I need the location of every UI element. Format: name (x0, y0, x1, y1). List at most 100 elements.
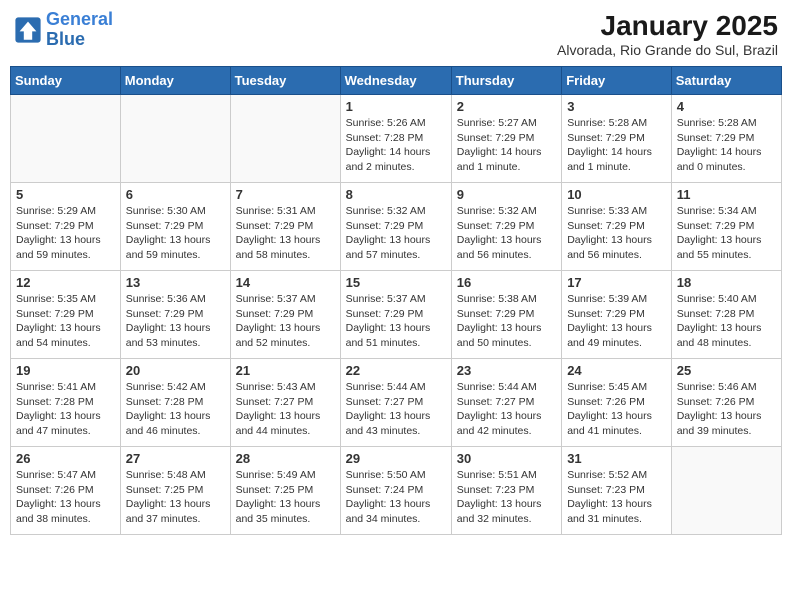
day-info: Sunrise: 5:46 AMSunset: 7:26 PMDaylight:… (677, 380, 776, 439)
calendar-cell: 25 Sunrise: 5:46 AMSunset: 7:26 PMDayligh… (671, 359, 781, 447)
day-number: 14 (236, 275, 335, 290)
weekday-header-monday: Monday (120, 67, 230, 95)
calendar-cell: 11 Sunrise: 5:34 AMSunset: 7:29 PMDayligh… (671, 183, 781, 271)
day-info: Sunrise: 5:45 AMSunset: 7:26 PMDaylight:… (567, 380, 666, 439)
day-number: 18 (677, 275, 776, 290)
calendar-cell: 16 Sunrise: 5:38 AMSunset: 7:29 PMDayligh… (451, 271, 561, 359)
week-row-1: 1Sunrise: 5:26 AMSunset: 7:28 PMDaylight… (11, 95, 782, 183)
week-row-2: 5 Sunrise: 5:29 AMSunset: 7:29 PMDaylight… (11, 183, 782, 271)
weekday-header-sunday: Sunday (11, 67, 121, 95)
calendar-cell (120, 95, 230, 183)
logo-icon (14, 16, 42, 44)
day-info: Sunrise: 5:37 AMSunset: 7:29 PMDaylight:… (236, 292, 335, 351)
calendar-cell: 23Sunrise: 5:44 AMSunset: 7:27 PMDayligh… (451, 359, 561, 447)
day-info: Sunrise: 5:50 AMSunset: 7:24 PMDaylight:… (346, 468, 446, 527)
calendar-cell: 28Sunrise: 5:49 AMSunset: 7:25 PMDayligh… (230, 447, 340, 535)
day-info: Sunrise: 5:44 AMSunset: 7:27 PMDaylight:… (346, 380, 446, 439)
calendar-cell: 22 Sunrise: 5:44 AMSunset: 7:27 PMDayligh… (340, 359, 451, 447)
day-number: 6 (126, 187, 225, 202)
weekday-header-thursday: Thursday (451, 67, 561, 95)
day-info: Sunrise: 5:29 AMSunset: 7:29 PMDaylight:… (16, 204, 115, 263)
calendar-cell (671, 447, 781, 535)
day-info: Sunrise: 5:49 AMSunset: 7:25 PMDaylight:… (236, 468, 335, 527)
calendar-cell (230, 95, 340, 183)
day-info: Sunrise: 5:32 AMSunset: 7:29 PMDaylight:… (346, 204, 446, 263)
calendar-cell: 29 Sunrise: 5:50 AMSunset: 7:24 PMDayligh… (340, 447, 451, 535)
day-number: 27 (126, 451, 225, 466)
calendar-cell: 19 Sunrise: 5:41 AMSunset: 7:28 PMDayligh… (11, 359, 121, 447)
day-number: 3 (567, 99, 666, 114)
day-info: Sunrise: 5:32 AMSunset: 7:29 PMDaylight:… (457, 204, 556, 263)
day-info: Sunrise: 5:37 AMSunset: 7:29 PMDaylight:… (346, 292, 446, 351)
weekday-header-friday: Friday (562, 67, 672, 95)
calendar-cell: 30 Sunrise: 5:51 AMSunset: 7:23 PMDayligh… (451, 447, 561, 535)
calendar-cell: 5 Sunrise: 5:29 AMSunset: 7:29 PMDaylight… (11, 183, 121, 271)
day-number: 30 (457, 451, 556, 466)
day-info: Sunrise: 5:44 AMSunset: 7:27 PMDaylight:… (457, 380, 556, 439)
day-number: 10 (567, 187, 666, 202)
day-info: Sunrise: 5:40 AMSunset: 7:28 PMDaylight:… (677, 292, 776, 351)
calendar-cell: 21Sunrise: 5:43 AMSunset: 7:27 PMDayligh… (230, 359, 340, 447)
week-row-5: 26 Sunrise: 5:47 AMSunset: 7:26 PMDayligh… (11, 447, 782, 535)
day-number: 13 (126, 275, 225, 290)
day-number: 12 (16, 275, 115, 290)
title-area: January 2025 Alvorada, Rio Grande do Sul… (557, 10, 778, 58)
location-title: Alvorada, Rio Grande do Sul, Brazil (557, 42, 778, 58)
calendar-cell: 3 Sunrise: 5:28 AMSunset: 7:29 PMDaylight… (562, 95, 672, 183)
day-number: 19 (16, 363, 115, 378)
day-number: 2 (457, 99, 556, 114)
month-title: January 2025 (557, 10, 778, 42)
day-number: 5 (16, 187, 115, 202)
calendar-cell: 20 Sunrise: 5:42 AMSunset: 7:28 PMDayligh… (120, 359, 230, 447)
day-info: Sunrise: 5:52 AMSunset: 7:23 PMDaylight:… (567, 468, 666, 527)
day-number: 9 (457, 187, 556, 202)
weekday-header-wednesday: Wednesday (340, 67, 451, 95)
day-info: Sunrise: 5:38 AMSunset: 7:29 PMDaylight:… (457, 292, 556, 351)
calendar-cell: 6 Sunrise: 5:30 AMSunset: 7:29 PMDaylight… (120, 183, 230, 271)
day-number: 16 (457, 275, 556, 290)
calendar-cell: 13 Sunrise: 5:36 AMSunset: 7:29 PMDayligh… (120, 271, 230, 359)
day-number: 26 (16, 451, 115, 466)
day-number: 29 (346, 451, 446, 466)
week-row-4: 19 Sunrise: 5:41 AMSunset: 7:28 PMDayligh… (11, 359, 782, 447)
day-number: 24 (567, 363, 666, 378)
day-info: Sunrise: 5:47 AMSunset: 7:26 PMDaylight:… (16, 468, 115, 527)
day-number: 22 (346, 363, 446, 378)
day-number: 11 (677, 187, 776, 202)
day-info: Sunrise: 5:34 AMSunset: 7:29 PMDaylight:… (677, 204, 776, 263)
day-info: Sunrise: 5:28 AMSunset: 7:29 PMDaylight:… (567, 116, 666, 175)
day-info: Sunrise: 5:48 AMSunset: 7:25 PMDaylight:… (126, 468, 225, 527)
logo: General Blue (14, 10, 113, 50)
calendar-cell: 4 Sunrise: 5:28 AMSunset: 7:29 PMDaylight… (671, 95, 781, 183)
day-info: Sunrise: 5:51 AMSunset: 7:23 PMDaylight:… (457, 468, 556, 527)
day-info: Sunrise: 5:28 AMSunset: 7:29 PMDaylight:… (677, 116, 776, 175)
weekday-header-row: SundayMondayTuesdayWednesdayThursdayFrid… (11, 67, 782, 95)
day-info: Sunrise: 5:26 AMSunset: 7:28 PMDaylight:… (346, 116, 446, 175)
calendar-cell: 24 Sunrise: 5:45 AMSunset: 7:26 PMDayligh… (562, 359, 672, 447)
weekday-header-saturday: Saturday (671, 67, 781, 95)
day-number: 7 (236, 187, 335, 202)
day-number: 25 (677, 363, 776, 378)
day-info: Sunrise: 5:31 AMSunset: 7:29 PMDaylight:… (236, 204, 335, 263)
calendar-cell (11, 95, 121, 183)
day-info: Sunrise: 5:35 AMSunset: 7:29 PMDaylight:… (16, 292, 115, 351)
day-info: Sunrise: 5:42 AMSunset: 7:28 PMDaylight:… (126, 380, 225, 439)
calendar-cell: 12 Sunrise: 5:35 AMSunset: 7:29 PMDayligh… (11, 271, 121, 359)
day-number: 20 (126, 363, 225, 378)
calendar-cell: 27 Sunrise: 5:48 AMSunset: 7:25 PMDayligh… (120, 447, 230, 535)
calendar-cell: 10 Sunrise: 5:33 AMSunset: 7:29 PMDayligh… (562, 183, 672, 271)
calendar-cell: 8 Sunrise: 5:32 AMSunset: 7:29 PMDaylight… (340, 183, 451, 271)
calendar-cell: 15Sunrise: 5:37 AMSunset: 7:29 PMDayligh… (340, 271, 451, 359)
calendar-cell: 31Sunrise: 5:52 AMSunset: 7:23 PMDayligh… (562, 447, 672, 535)
day-info: Sunrise: 5:41 AMSunset: 7:28 PMDaylight:… (16, 380, 115, 439)
weekday-header-tuesday: Tuesday (230, 67, 340, 95)
calendar-cell: 14 Sunrise: 5:37 AMSunset: 7:29 PMDayligh… (230, 271, 340, 359)
day-info: Sunrise: 5:30 AMSunset: 7:29 PMDaylight:… (126, 204, 225, 263)
calendar-cell: 2Sunrise: 5:27 AMSunset: 7:29 PMDaylight… (451, 95, 561, 183)
day-number: 4 (677, 99, 776, 114)
calendar-cell: 1Sunrise: 5:26 AMSunset: 7:28 PMDaylight… (340, 95, 451, 183)
day-info: Sunrise: 5:33 AMSunset: 7:29 PMDaylight:… (567, 204, 666, 263)
calendar-cell: 26 Sunrise: 5:47 AMSunset: 7:26 PMDayligh… (11, 447, 121, 535)
day-info: Sunrise: 5:36 AMSunset: 7:29 PMDaylight:… (126, 292, 225, 351)
day-number: 8 (346, 187, 446, 202)
